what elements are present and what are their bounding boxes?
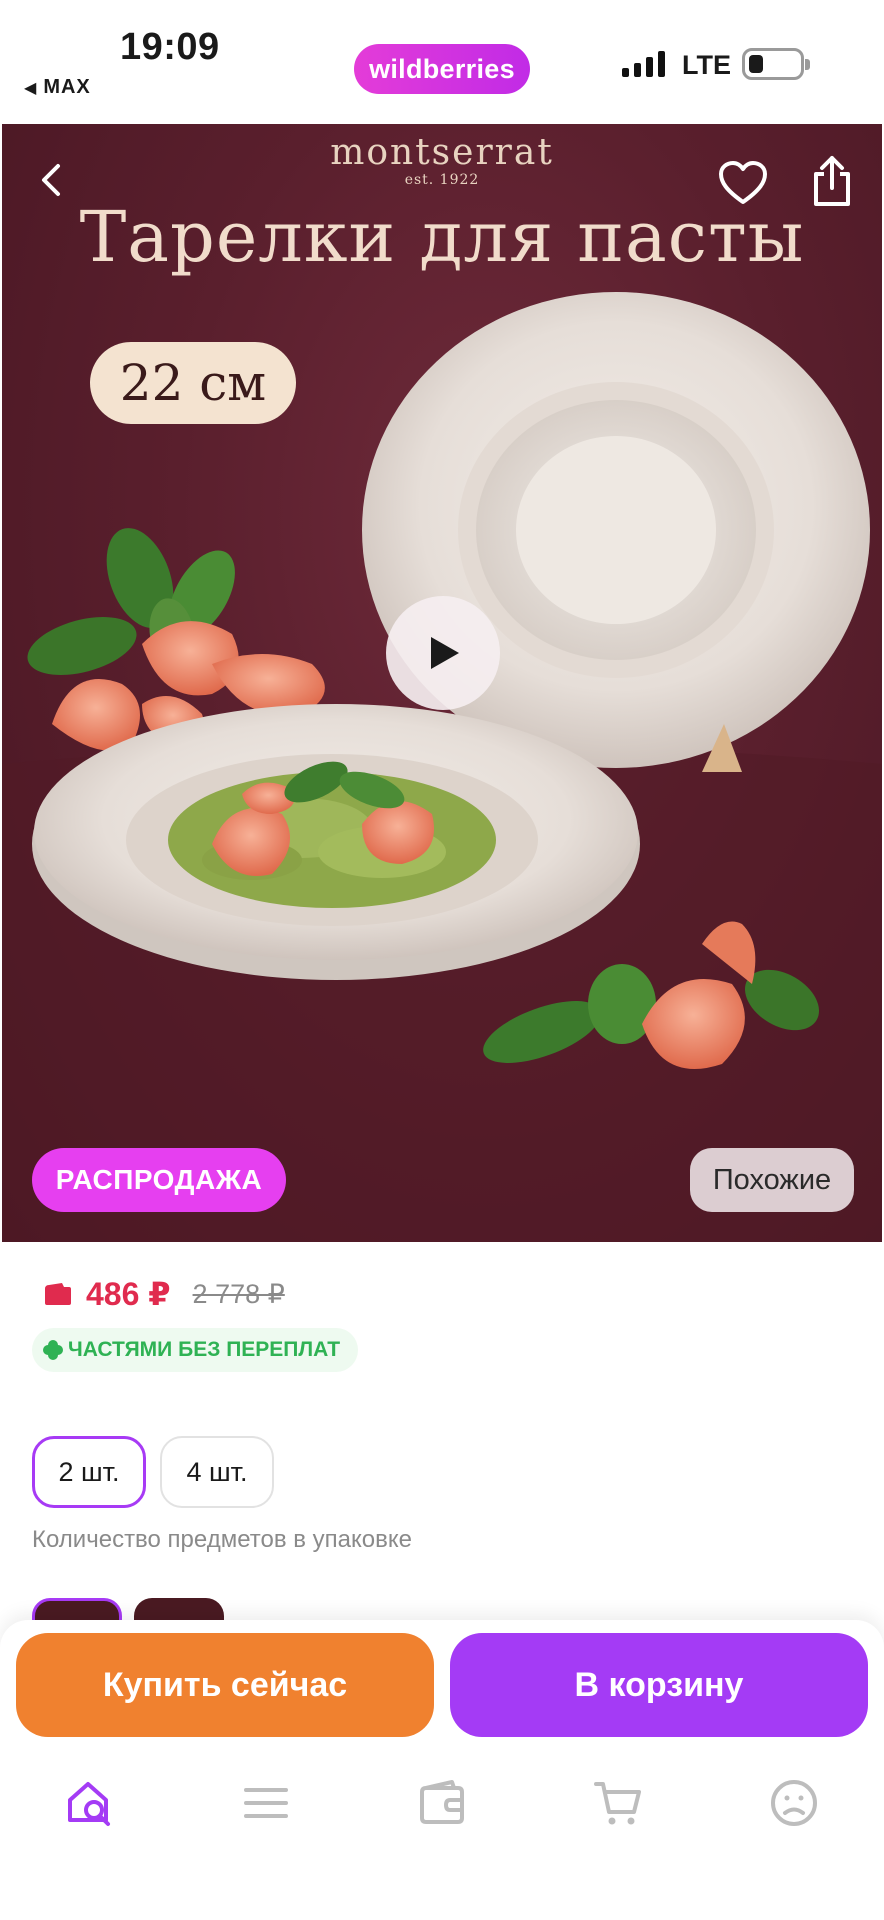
play-icon [431, 637, 459, 669]
brand-logo-pill: wildberries [354, 44, 530, 94]
play-video-button[interactable] [386, 596, 500, 710]
wallet-icon [45, 1283, 71, 1305]
back-chevron-icon[interactable] [32, 160, 72, 200]
quantity-caption: Количество предметов в упаковке [32, 1526, 413, 1553]
profile-icon[interactable] [768, 1778, 820, 1828]
similar-button[interactable]: Похожие [690, 1148, 854, 1212]
clover-icon [43, 1340, 63, 1360]
wallet-icon[interactable] [416, 1778, 468, 1828]
current-price: 486 ₽ [86, 1276, 171, 1312]
status-bar: 19:09 ◀ MAX wildberries LTE [0, 0, 884, 124]
clock: 19:09 [120, 26, 220, 68]
network-type: LTE [682, 50, 731, 80]
back-triangle-icon: ◀ [24, 79, 38, 97]
back-to-app-link[interactable]: ◀ MAX [24, 76, 91, 99]
quantity-option-2[interactable]: 2 шт. [32, 1436, 146, 1508]
share-icon[interactable] [810, 154, 854, 208]
back-app-label: MAX [43, 76, 91, 98]
battery-icon [742, 48, 810, 80]
image-title: Тарелки для пасты [79, 196, 805, 278]
old-price: 2 778 ₽ [192, 1278, 285, 1309]
buy-now-button[interactable]: Купить сейчас [16, 1633, 434, 1737]
size-label: 22 см [90, 342, 296, 424]
heart-icon[interactable] [718, 160, 768, 206]
signal-icon [622, 51, 665, 77]
sale-badge: РАСПРОДАЖА [32, 1148, 286, 1212]
add-to-cart-button[interactable]: В корзину [450, 1633, 868, 1737]
installment-badge[interactable]: ЧАСТЯМИ БЕЗ ПЕРЕПЛАТ [32, 1328, 359, 1372]
price-row: 486 ₽ 2 778 ₽ [42, 1272, 285, 1316]
catalog-icon[interactable] [240, 1778, 292, 1828]
home-search-icon[interactable] [64, 1778, 116, 1828]
quantity-option-4[interactable]: 4 шт. [160, 1436, 274, 1508]
product-image[interactable]: montserrat est. 1922 Тарелки для пасты 2… [2, 124, 882, 1242]
installment-label: ЧАСТЯМИ БЕЗ ПЕРЕПЛАТ [68, 1338, 341, 1361]
cart-icon[interactable] [592, 1778, 644, 1828]
